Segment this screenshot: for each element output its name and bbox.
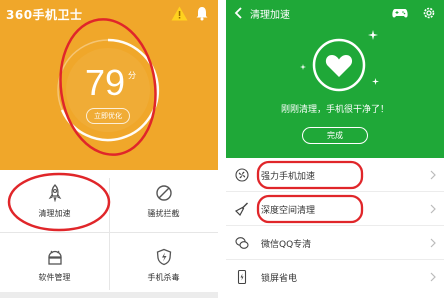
app-logo: 360手机卫士 bbox=[6, 8, 83, 22]
phone-battery-icon bbox=[237, 270, 247, 284]
heart-badge-icon bbox=[312, 38, 366, 92]
tile-label: 手机杀毒 bbox=[147, 273, 180, 282]
gamepad-icon[interactable] bbox=[392, 7, 408, 19]
done-button[interactable]: 完成 bbox=[302, 127, 368, 144]
tile-harassment-block[interactable]: 骚扰拦截 bbox=[109, 170, 218, 230]
tile-cleanup-speedup[interactable]: 清理加速 bbox=[0, 170, 109, 230]
list-item-boost[interactable]: 强力手机加速 bbox=[226, 158, 444, 192]
gear-icon[interactable] bbox=[422, 6, 436, 20]
page-title: 清理加速 bbox=[250, 10, 290, 21]
left-screen: 360手机卫士 79 分 立即优化 清理加速 骚扰拦截 软件管理 手机杀毒 bbox=[0, 0, 218, 298]
back-arrow-icon[interactable] bbox=[234, 7, 244, 19]
chevron-right-icon bbox=[430, 204, 436, 214]
sparkle-icon bbox=[372, 78, 379, 85]
list-item-label: 深度空间清理 bbox=[261, 206, 316, 216]
score-hero-panel: 360手机卫士 79 分 立即优化 bbox=[0, 0, 218, 170]
tile-label: 清理加速 bbox=[38, 209, 71, 218]
sparkle-icon bbox=[368, 30, 378, 40]
list-item-label: 锁屏省电 bbox=[261, 274, 298, 284]
list-item-label: 微信QQ专清 bbox=[261, 240, 312, 250]
feature-grid: 清理加速 骚扰拦截 软件管理 手机杀毒 bbox=[0, 170, 218, 298]
tile-label: 软件管理 bbox=[38, 273, 71, 282]
tile-label: 骚扰拦截 bbox=[147, 209, 180, 218]
chevron-right-icon bbox=[430, 238, 436, 248]
chevron-right-icon bbox=[430, 170, 436, 180]
chevron-right-icon bbox=[430, 272, 436, 282]
block-icon bbox=[156, 185, 172, 201]
optimize-button[interactable]: 立即优化 bbox=[86, 108, 130, 124]
screen-gap bbox=[218, 0, 226, 298]
score-unit: 分 bbox=[128, 71, 136, 80]
health-score: 79 bbox=[84, 62, 126, 103]
chat-icon bbox=[235, 237, 249, 249]
clean-result-panel: 清理加速 刚刚清理，手机很干净了！ 完成 bbox=[226, 0, 444, 158]
clean-status-message: 刚刚清理，手机很干净了！ bbox=[280, 105, 389, 115]
bottom-strip bbox=[0, 292, 218, 298]
list-item-label: 强力手机加速 bbox=[261, 172, 316, 182]
right-screen: 清理加速 刚刚清理，手机很干净了！ 完成 强力手机加速 深度空间清理 微信QQ专… bbox=[226, 0, 444, 298]
list-item-wechat-qq-clean[interactable]: 微信QQ专清 bbox=[226, 226, 444, 260]
grid-divider-vertical bbox=[109, 178, 110, 290]
tile-antivirus[interactable]: 手机杀毒 bbox=[109, 234, 218, 294]
bell-icon[interactable] bbox=[195, 6, 209, 21]
tile-software-manager[interactable]: 软件管理 bbox=[0, 234, 109, 294]
sparkle-icon bbox=[300, 64, 306, 70]
shield-icon bbox=[156, 248, 172, 266]
warning-icon[interactable] bbox=[171, 6, 188, 21]
list-item-deep-clean[interactable]: 深度空间清理 bbox=[226, 192, 444, 226]
list-item-lock-screen-power-save[interactable]: 锁屏省电 bbox=[226, 260, 444, 294]
broom-icon bbox=[235, 202, 248, 216]
fan-icon bbox=[235, 168, 249, 182]
rocket-icon bbox=[48, 184, 62, 202]
clean-options-list: 强力手机加速 深度空间清理 微信QQ专清 锁屏省电 bbox=[226, 158, 444, 298]
android-icon bbox=[48, 250, 62, 265]
